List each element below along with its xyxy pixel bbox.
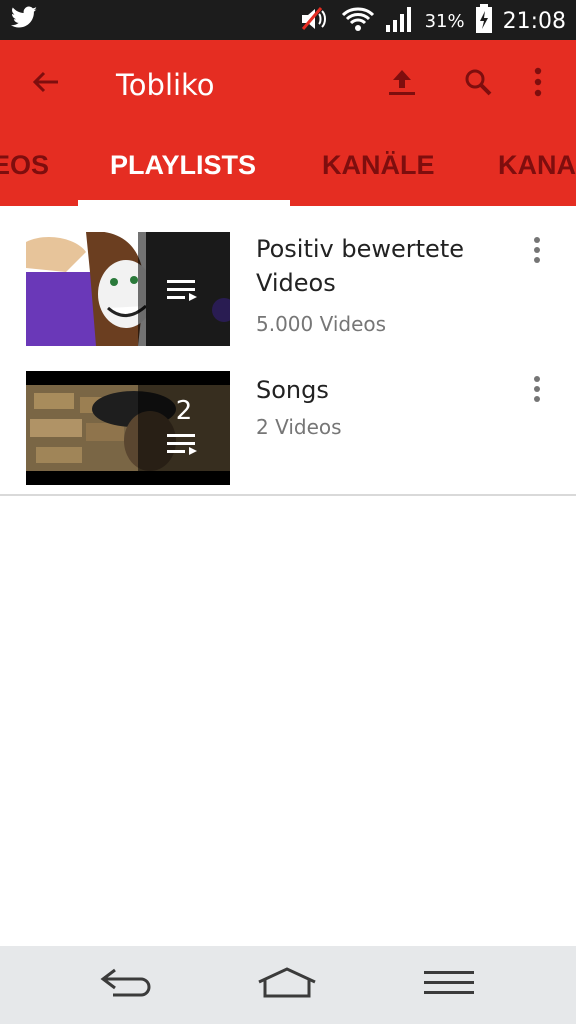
page-title: Tobliko — [116, 68, 215, 102]
clock: 21:08 — [502, 8, 566, 34]
playlist-item[interactable]: 2 Songs 2 Videos — [0, 371, 576, 491]
playlist-item[interactable]: Positiv bewertete Videos 5.000 Videos — [0, 232, 576, 352]
battery-charging-icon — [475, 4, 493, 38]
playlist-queue-icon — [167, 432, 201, 460]
search-button[interactable] — [456, 62, 500, 106]
playlist-overlay: 2 — [138, 371, 230, 485]
tab-playlists[interactable]: PLAYLISTS — [110, 150, 256, 206]
playlist-subtitle: 2 Videos — [256, 415, 342, 439]
twitter-icon — [10, 6, 38, 34]
playlist-title[interactable]: Songs — [256, 373, 506, 407]
active-tab-indicator — [78, 200, 290, 206]
menu-nav-icon — [422, 968, 476, 1002]
battery-percent: 31% — [424, 10, 465, 32]
more-vert-icon — [533, 236, 541, 268]
tab-videos[interactable]: EOS — [0, 150, 49, 206]
playlist-more-button[interactable] — [520, 371, 554, 411]
system-nav-bar — [0, 946, 576, 1024]
more-vert-icon — [533, 67, 543, 101]
playlist-count-badge: 2 — [175, 396, 193, 426]
playlist-more-button[interactable] — [520, 232, 554, 272]
tab-bar: EOS PLAYLISTS KANÄLE KANA — [0, 130, 576, 206]
more-vert-icon — [533, 375, 541, 407]
playlist-thumbnail[interactable] — [26, 232, 230, 346]
playlist-overlay — [138, 232, 230, 346]
mute-icon — [299, 5, 331, 37]
playlist-subtitle: 5.000 Videos — [256, 312, 387, 336]
home-nav-icon — [255, 966, 319, 1004]
signal-icon — [385, 5, 415, 37]
tab-channels[interactable]: KANÄLE — [322, 150, 435, 206]
more-options-button[interactable] — [516, 62, 560, 106]
upload-icon — [387, 67, 417, 101]
back-nav-icon — [97, 966, 157, 1004]
search-icon — [463, 67, 493, 101]
wifi-icon — [341, 5, 375, 37]
system-home-button[interactable] — [252, 962, 322, 1008]
tab-channels-2[interactable]: KANA — [498, 150, 576, 206]
toolbar: Tobliko — [0, 40, 576, 130]
playlist-thumbnail[interactable]: 2 — [26, 371, 230, 485]
app-bar: Tobliko EOS PLAYLISTS KANÄLE KANA — [0, 40, 576, 206]
list-divider — [0, 494, 576, 496]
playlist-title[interactable]: Positiv bewertete Videos — [256, 232, 506, 300]
upload-button[interactable] — [380, 62, 424, 106]
playlist-queue-icon — [167, 278, 201, 306]
back-arrow-icon — [32, 70, 60, 98]
system-back-button[interactable] — [92, 962, 162, 1008]
status-bar: 31% 21:08 — [0, 0, 576, 40]
system-menu-button[interactable] — [414, 962, 484, 1008]
back-button[interactable] — [24, 62, 68, 106]
